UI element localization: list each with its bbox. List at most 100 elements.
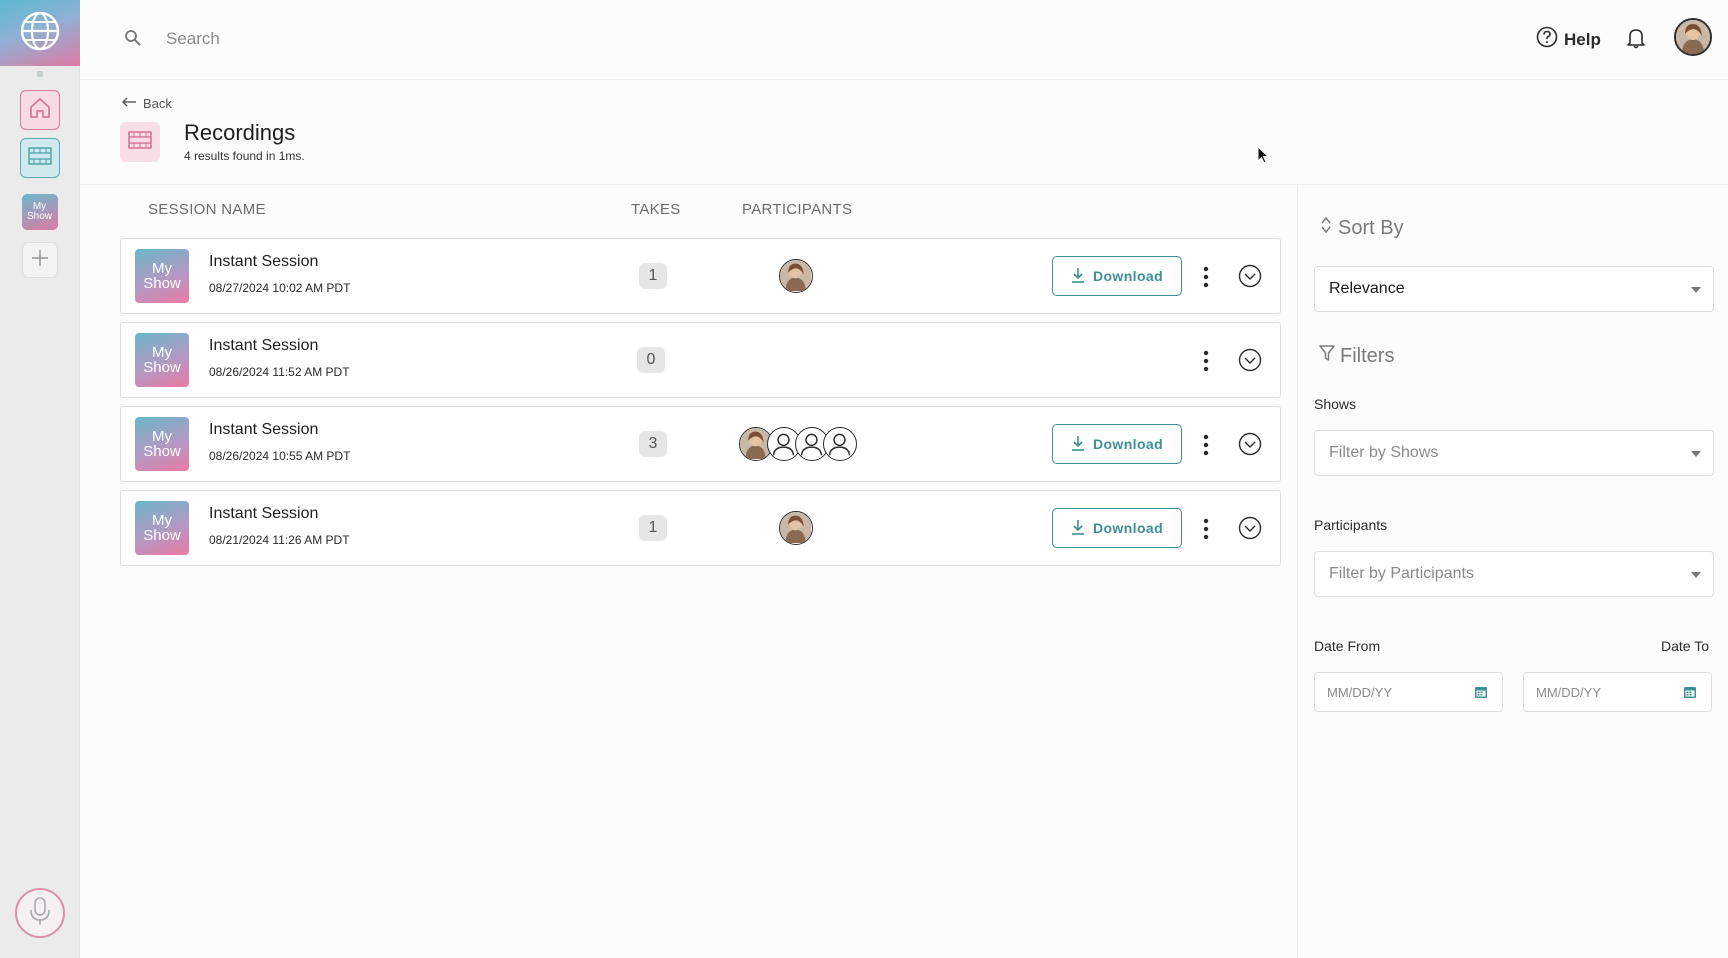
film-strip-icon bbox=[127, 129, 153, 156]
session-name[interactable]: Instant Session bbox=[209, 253, 318, 271]
rail-home-button[interactable] bbox=[19, 90, 60, 130]
calendar-icon[interactable] bbox=[1474, 685, 1488, 702]
session-name[interactable]: Instant Session bbox=[209, 337, 318, 355]
question-circle-icon bbox=[1536, 26, 1558, 53]
show-thumbnail: My Show bbox=[135, 333, 189, 387]
date-to-placeholder: MM/DD/YY bbox=[1536, 684, 1601, 700]
chevron-down-icon[interactable] bbox=[1238, 516, 1262, 540]
table-row[interactable]: My Show Instant Session 08/26/2024 10:55… bbox=[120, 406, 1281, 482]
download-label: Download bbox=[1092, 436, 1164, 452]
download-icon bbox=[1071, 435, 1085, 454]
participants-label: Participants bbox=[1314, 517, 1388, 533]
download-button[interactable]: Download bbox=[1052, 508, 1182, 548]
shows-label: Shows bbox=[1314, 396, 1357, 412]
filters-heading: Filters bbox=[1318, 344, 1394, 368]
more-options-icon[interactable] bbox=[1199, 347, 1213, 375]
date-from-field[interactable]: MM/DD/YY bbox=[1314, 672, 1503, 712]
sidebar-divider bbox=[1297, 185, 1298, 958]
app-logo[interactable] bbox=[0, 0, 80, 66]
top-bar: Help bbox=[80, 0, 1728, 80]
arrow-left-icon bbox=[121, 96, 137, 111]
mouse-cursor-icon bbox=[1257, 145, 1270, 169]
column-header-participants[interactable]: PARTICIPANTS bbox=[742, 201, 852, 218]
download-button[interactable]: Download bbox=[1052, 424, 1182, 464]
shows-filter-select[interactable]: Filter by Shows bbox=[1314, 430, 1714, 476]
show-thumbnail: My Show bbox=[135, 417, 189, 471]
thumb-line1: My bbox=[152, 260, 172, 277]
chevron-down-icon[interactable] bbox=[1238, 432, 1262, 456]
session-name[interactable]: Instant Session bbox=[209, 505, 318, 523]
download-label: Download bbox=[1092, 268, 1164, 284]
filters-label: Filters bbox=[1340, 344, 1395, 367]
back-link[interactable]: Back bbox=[121, 96, 172, 111]
takes-count: 1 bbox=[639, 515, 667, 541]
date-to-label: Date To bbox=[1661, 638, 1709, 654]
user-avatar[interactable] bbox=[1674, 18, 1712, 56]
participants-filter-placeholder: Filter by Participants bbox=[1329, 565, 1474, 582]
caret-down-icon bbox=[1691, 451, 1701, 457]
thumb-line1: My bbox=[152, 428, 172, 445]
sort-by-heading: Sort By bbox=[1320, 216, 1404, 240]
microphone-icon bbox=[27, 895, 53, 932]
download-button[interactable]: Download bbox=[1052, 256, 1182, 296]
chevron-down-icon[interactable] bbox=[1238, 264, 1262, 288]
download-label: Download bbox=[1092, 520, 1164, 536]
microphone-button[interactable] bbox=[15, 888, 65, 938]
rail-show-thumbnail[interactable]: My Show bbox=[21, 194, 58, 230]
date-from-placeholder: MM/DD/YY bbox=[1327, 684, 1392, 700]
thumb-line2: Show bbox=[143, 275, 181, 292]
shows-filter-placeholder: Filter by Shows bbox=[1329, 444, 1439, 461]
show-thumbnail: My Show bbox=[135, 249, 189, 303]
date-to-field[interactable]: MM/DD/YY bbox=[1523, 672, 1712, 712]
add-show-button[interactable] bbox=[21, 242, 58, 278]
participants-filter-select[interactable]: Filter by Participants bbox=[1314, 551, 1714, 597]
home-icon bbox=[28, 96, 52, 125]
plus-icon bbox=[30, 248, 50, 273]
thumb-line2: Show bbox=[143, 527, 181, 544]
show-thumbnail: My Show bbox=[135, 501, 189, 555]
results-count: 4 results found in 1ms. bbox=[184, 149, 305, 163]
takes-count: 3 bbox=[639, 431, 667, 457]
sort-select[interactable]: Relevance bbox=[1314, 266, 1714, 312]
column-header-session-name[interactable]: SESSION NAME bbox=[148, 201, 266, 218]
caret-down-icon bbox=[1691, 287, 1701, 293]
calendar-icon[interactable] bbox=[1683, 685, 1697, 702]
table-row[interactable]: My Show Instant Session 08/27/2024 10:02… bbox=[120, 238, 1281, 314]
table-row[interactable]: My Show Instant Session 08/21/2024 11:26… bbox=[120, 490, 1281, 566]
bell-icon[interactable] bbox=[1626, 27, 1646, 54]
back-label: Back bbox=[143, 96, 172, 111]
sort-select-value: Relevance bbox=[1329, 280, 1405, 297]
session-date: 08/26/2024 11:52 AM PDT bbox=[209, 365, 350, 379]
search-icon bbox=[124, 29, 142, 52]
rail-recordings-button[interactable] bbox=[19, 138, 60, 178]
left-rail: ≡ My Show bbox=[0, 0, 80, 958]
chevron-down-icon[interactable] bbox=[1238, 348, 1262, 372]
participant-placeholder-avatar[interactable] bbox=[823, 427, 857, 461]
search-input[interactable] bbox=[166, 22, 666, 56]
takes-count: 0 bbox=[637, 347, 665, 373]
session-date: 08/27/2024 10:02 AM PDT bbox=[209, 281, 351, 295]
more-options-icon[interactable] bbox=[1199, 263, 1213, 291]
session-name[interactable]: Instant Session bbox=[209, 421, 318, 439]
sort-icon bbox=[1320, 216, 1332, 240]
filter-icon bbox=[1318, 344, 1336, 368]
more-options-icon[interactable] bbox=[1199, 431, 1213, 459]
drag-handle-icon[interactable]: ≡ bbox=[0, 68, 80, 80]
caret-down-icon bbox=[1691, 572, 1701, 578]
more-options-icon[interactable] bbox=[1199, 515, 1213, 543]
sort-by-label: Sort By bbox=[1338, 216, 1404, 239]
recordings-page-icon bbox=[120, 122, 160, 162]
column-header-takes[interactable]: TAKES bbox=[631, 201, 681, 218]
participant-avatar[interactable] bbox=[779, 259, 813, 293]
thumb-line2: Show bbox=[143, 359, 181, 376]
thumb-line1: My bbox=[152, 344, 172, 361]
participant-avatar[interactable] bbox=[779, 511, 813, 545]
session-date: 08/26/2024 10:55 AM PDT bbox=[209, 449, 351, 463]
film-strip-icon bbox=[27, 145, 53, 172]
help-label: Help bbox=[1564, 29, 1601, 49]
header-divider bbox=[80, 184, 1728, 185]
page-title: Recordings bbox=[184, 120, 296, 145]
download-icon bbox=[1071, 519, 1085, 538]
table-row[interactable]: My Show Instant Session 08/26/2024 11:52… bbox=[120, 322, 1281, 398]
help-button[interactable]: Help bbox=[1536, 26, 1601, 53]
